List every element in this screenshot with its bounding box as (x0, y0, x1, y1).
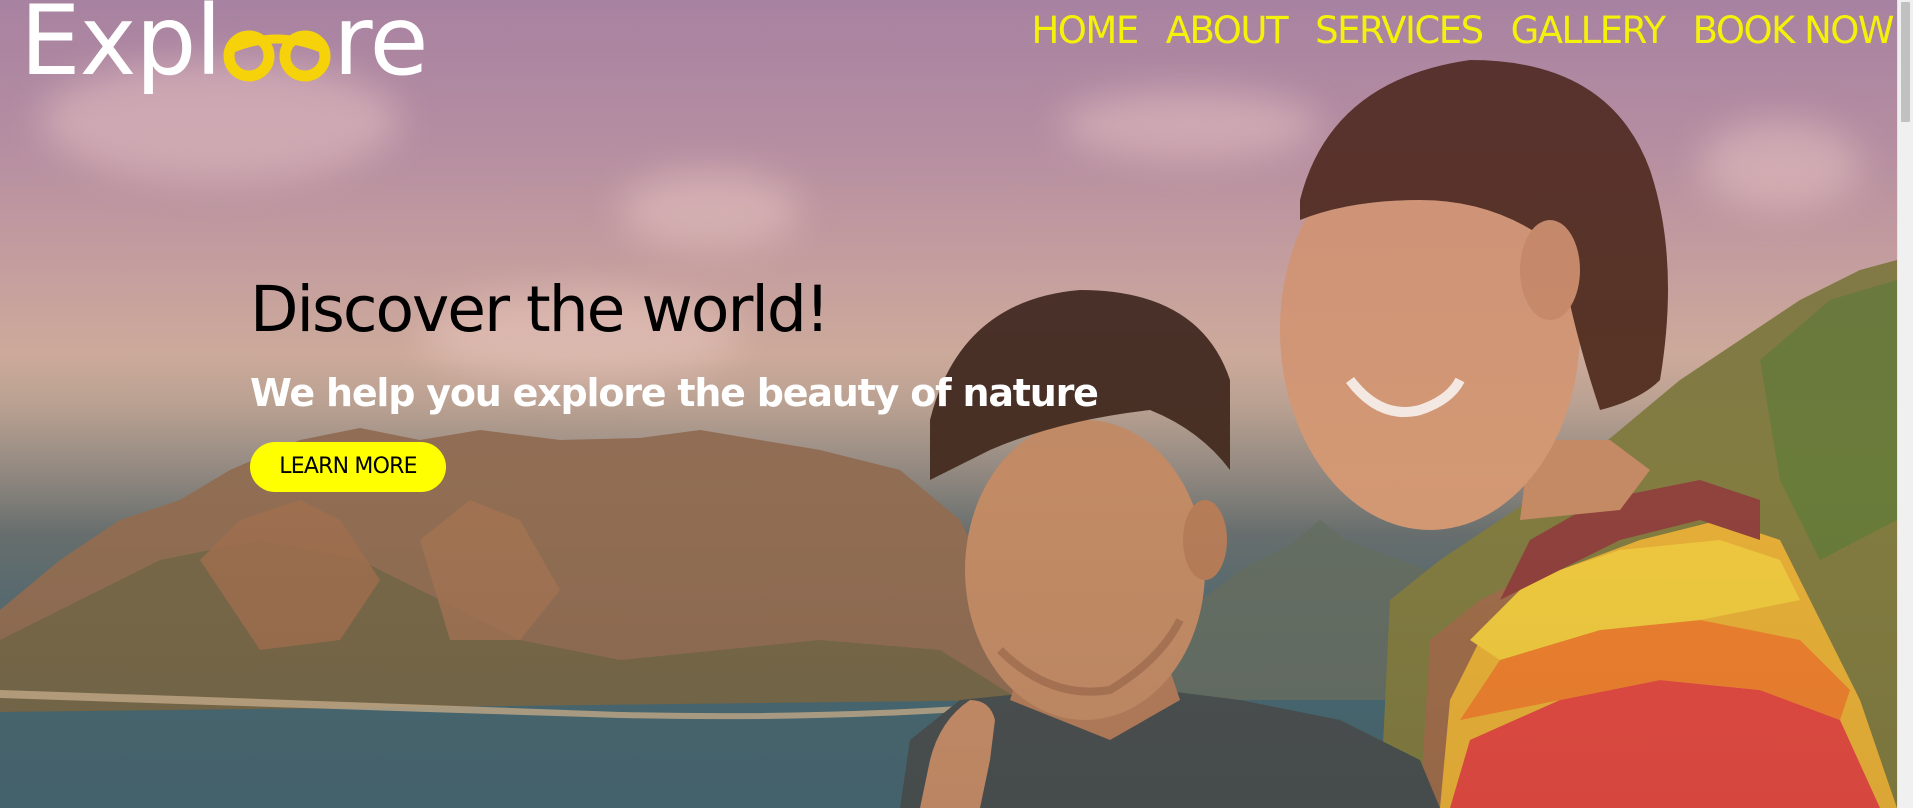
nav-home[interactable]: HOME (1031, 8, 1139, 54)
nav-gallery[interactable]: GALLERY (1511, 8, 1667, 54)
page: Expl re HOME ABOUT SERVICES GALLERY BOOK… (0, 0, 1913, 808)
binoculars-icon (223, 26, 331, 84)
hero-subtitle: We help you explore the beauty of nature (250, 371, 1099, 415)
page-scrollbar[interactable] (1897, 0, 1913, 808)
logo-text-prefix: Expl (20, 0, 222, 97)
site-header: Expl re HOME ABOUT SERVICES GALLERY BOOK… (0, 0, 1897, 90)
hero-title: Discover the world! (250, 273, 830, 346)
nav-book-now[interactable]: BOOK NOW (1693, 8, 1895, 54)
main-nav: HOME ABOUT SERVICES GALLERY BOOK NOW (1031, 8, 1895, 54)
nav-services[interactable]: SERVICES (1315, 8, 1484, 54)
hero-content: Discover the world! We help you explore … (250, 272, 1099, 492)
nav-about[interactable]: ABOUT (1166, 8, 1289, 54)
logo[interactable]: Expl re (20, 0, 429, 97)
learn-more-button[interactable]: LEARN MORE (250, 442, 446, 492)
scrollbar-thumb[interactable] (1901, 2, 1910, 122)
logo-text-suffix: re (333, 0, 428, 97)
